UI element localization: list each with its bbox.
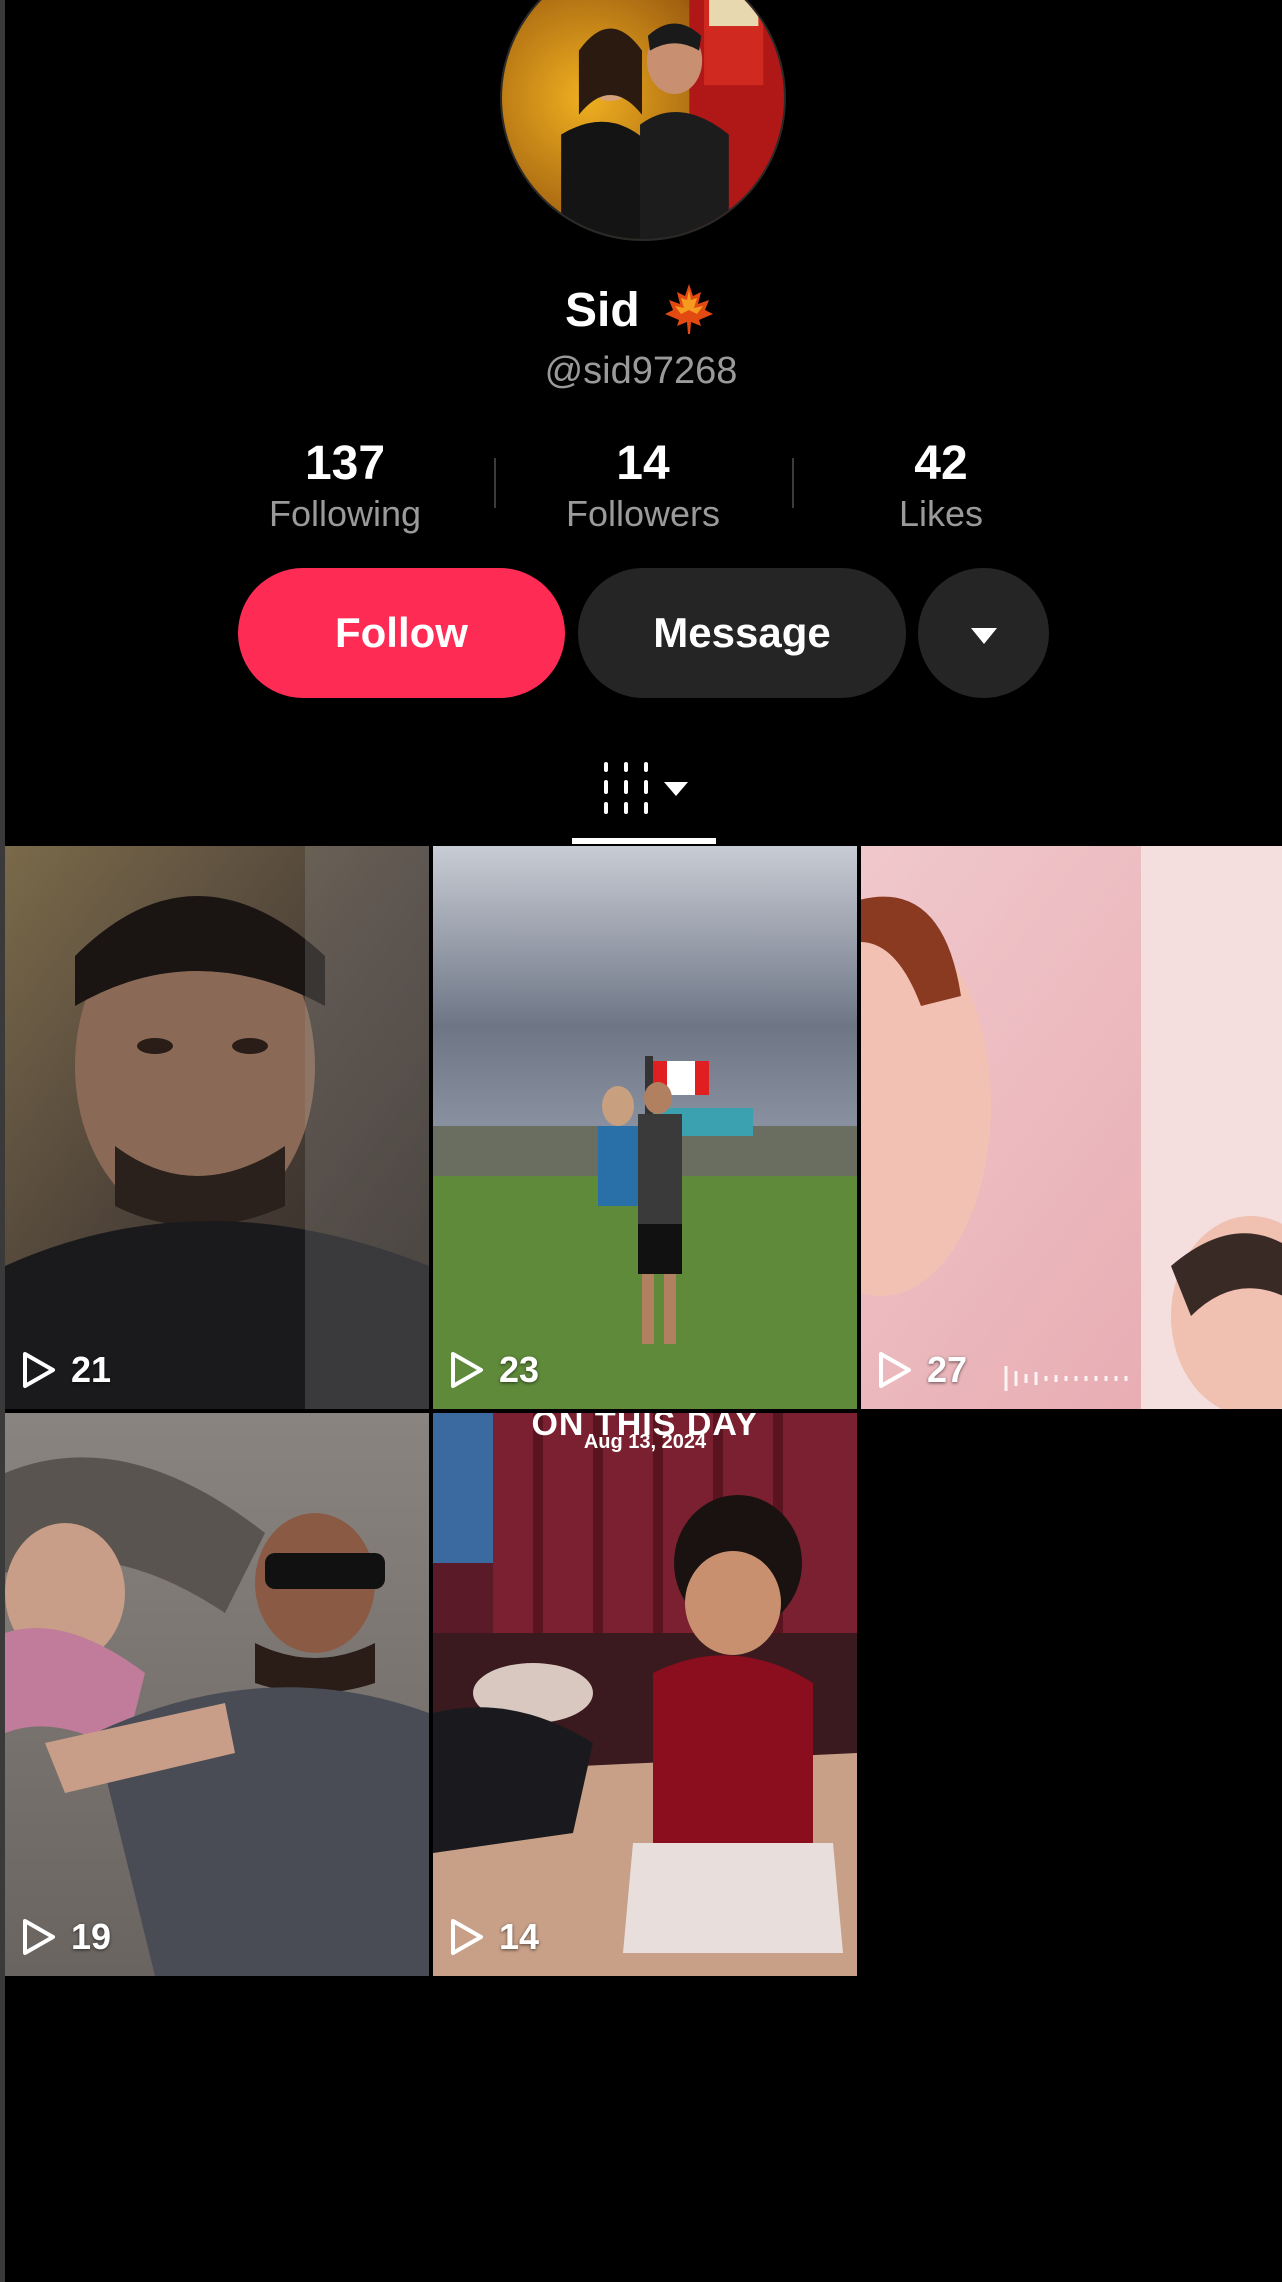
followers-label: Followers bbox=[565, 493, 721, 534]
video-tile[interactable] bbox=[5, 1413, 429, 1976]
followers-count: 14 bbox=[616, 437, 670, 490]
stat-following[interactable]: 137 Following bbox=[225, 436, 465, 536]
follow-button[interactable]: Follow bbox=[238, 568, 565, 698]
likes-label: Likes bbox=[898, 493, 984, 534]
video-thumbnail bbox=[433, 846, 857, 1409]
video-thumbnail bbox=[861, 846, 1282, 1409]
videos-grid-icon bbox=[604, 762, 688, 814]
stat-divider bbox=[792, 458, 794, 508]
video-thumbnail bbox=[433, 1413, 857, 1976]
message-button[interactable]: Message bbox=[578, 568, 906, 698]
video-tile[interactable] bbox=[5, 846, 429, 1409]
stat-divider bbox=[494, 458, 496, 508]
more-options-button[interactable] bbox=[918, 568, 1049, 698]
video-tile[interactable]: ON THIS DAY Aug 13, 2024 bbox=[433, 1413, 857, 1976]
following-label: Following bbox=[268, 493, 422, 534]
video-tile[interactable] bbox=[861, 846, 1282, 1409]
display-name: Sid bbox=[564, 284, 640, 337]
video-thumbnail bbox=[5, 846, 429, 1409]
profile-page: Sid @sid97268 137 Following 14 Followers… bbox=[0, 0, 1282, 2282]
stat-followers[interactable]: 14 Followers bbox=[523, 436, 763, 536]
stat-likes[interactable]: 42 Likes bbox=[821, 436, 1061, 536]
caret-down-icon bbox=[970, 627, 997, 644]
tab-videos[interactable] bbox=[572, 752, 716, 842]
video-thumbnail bbox=[5, 1413, 429, 1976]
video-tile[interactable] bbox=[433, 846, 857, 1409]
username-handle: @sid97268 bbox=[544, 350, 738, 392]
tab-active-indicator bbox=[572, 838, 716, 844]
maple-leaf-icon bbox=[661, 280, 717, 336]
display-name-row: Sid bbox=[0, 280, 1282, 338]
following-count: 137 bbox=[304, 437, 386, 490]
on-this-day-date: Aug 13, 2024 bbox=[583, 1431, 707, 1453]
avatar[interactable] bbox=[500, 0, 786, 241]
likes-count: 42 bbox=[914, 437, 968, 490]
